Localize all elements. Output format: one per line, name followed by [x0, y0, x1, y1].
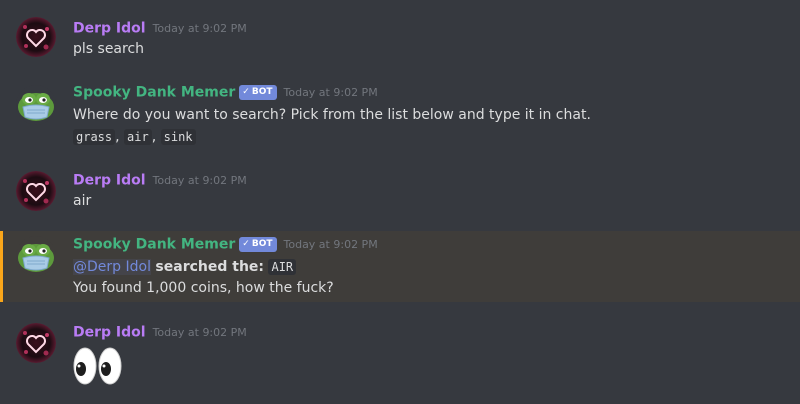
bot-tag: ✓ BOT	[239, 85, 277, 100]
username[interactable]: Spooky Dank Memer	[73, 85, 235, 101]
result-text: You found 1,000 coins, how the fuck?	[73, 280, 334, 296]
pepe-mask-avatar-icon[interactable]	[16, 236, 56, 276]
timestamp: Today at 9:02 PM	[152, 325, 247, 339]
message-memer-1: Spooky Dank Memer ✓ BOT Today at 9:02 PM Wh…	[0, 80, 800, 154]
action-text: searched the:	[155, 259, 265, 275]
username[interactable]: Spooky Dank Memer	[73, 237, 235, 253]
message-derp-1: Derp Idol Today at 9:02 PM pls search	[0, 14, 800, 66]
checkmark-icon: ✓	[242, 87, 250, 97]
message-text: pls search	[73, 41, 145, 57]
username[interactable]: Derp Idol	[73, 325, 146, 341]
bot-tag: ✓ BOT	[239, 237, 277, 252]
heart-avatar-icon[interactable]	[16, 171, 56, 211]
eyes-emoji-icon	[73, 346, 123, 386]
username[interactable]: Derp Idol	[73, 173, 146, 189]
user-mention[interactable]: @Derp Idol	[73, 259, 151, 275]
timestamp: Today at 9:02 PM	[283, 85, 378, 99]
options-line: grass, air, sink	[73, 127, 196, 147]
message-memer-2: Spooky Dank Memer ✓ BOT Today at 9:02 PM @D…	[0, 231, 800, 302]
username[interactable]: Derp Idol	[73, 21, 146, 37]
search-result-line: @Derp Idol searched the: AIR	[73, 257, 297, 277]
message-text: air	[73, 193, 92, 209]
chat-messages: Derp Idol Today at 9:02 PM pls search Spo…	[0, 0, 800, 404]
timestamp: Today at 9:02 PM	[152, 21, 247, 35]
heart-avatar-icon[interactable]	[16, 17, 56, 57]
heart-avatar-icon[interactable]	[16, 323, 56, 363]
option-code: sink	[160, 129, 196, 145]
message-text: Where do you want to search? Pick from t…	[73, 107, 591, 123]
location-code: AIR	[268, 259, 297, 275]
pepe-mask-avatar-icon[interactable]	[16, 85, 56, 125]
message-derp-2: Derp Idol Today at 9:02 PM air	[0, 166, 800, 218]
timestamp: Today at 9:02 PM	[152, 173, 247, 187]
option-code: grass	[73, 129, 116, 145]
option-code: air	[124, 129, 152, 145]
checkmark-icon: ✓	[242, 239, 250, 249]
message-derp-3: Derp Idol Today at 9:02 PM	[0, 318, 800, 398]
timestamp: Today at 9:02 PM	[283, 237, 378, 251]
